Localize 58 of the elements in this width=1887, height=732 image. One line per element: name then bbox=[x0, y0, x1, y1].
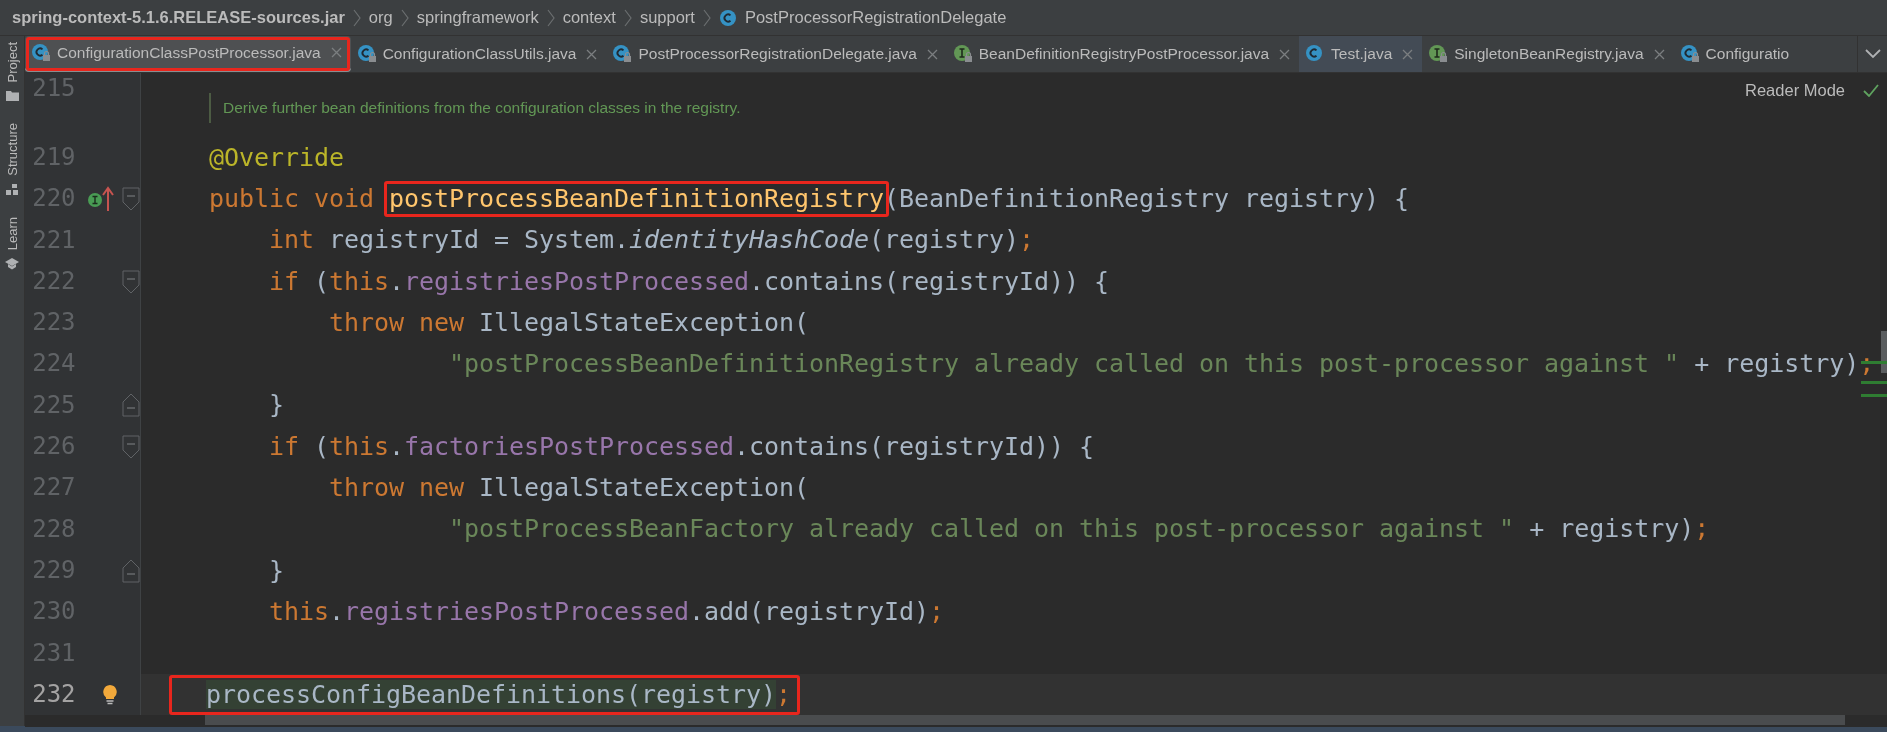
close-icon[interactable] bbox=[1279, 48, 1291, 60]
locked-class-icon bbox=[356, 44, 379, 64]
tool-window-button[interactable]: Learn bbox=[4, 215, 20, 253]
editor-tab[interactable]: ConfigurationClassUtils.java bbox=[350, 36, 607, 72]
chevron-down-icon bbox=[1864, 49, 1881, 59]
locked-class-icon bbox=[1679, 44, 1702, 64]
editor-tab[interactable]: SingletonBeanRegistry.java bbox=[1422, 36, 1674, 72]
editor-tab[interactable]: ConfigurationClassPostProcessor.java bbox=[25, 36, 351, 72]
editor-tab[interactable]: Test.java bbox=[1299, 36, 1423, 72]
structure-icon bbox=[5, 184, 19, 196]
code-line: } bbox=[268, 389, 284, 422]
line-number: 232 bbox=[31, 678, 76, 710]
code-line: public void postProcessBeanDefinitionRegistry(BeanDefinitionRegistry registry) { bbox=[209, 180, 1410, 217]
close-icon[interactable] bbox=[1402, 48, 1414, 60]
breadcrumb-item[interactable]: spring-context-5.1.6.RELEASE-sources.jar bbox=[12, 8, 345, 27]
checkmark-icon bbox=[1863, 84, 1879, 97]
editor-tab[interactable]: BeanDefinitionRegistryPostProcessor.java bbox=[946, 36, 1300, 72]
locked-class-icon bbox=[31, 42, 53, 63]
horizontal-scrollbar[interactable] bbox=[205, 715, 1845, 726]
code-line: if (this.registriesPostProcessed.contains(registryId)) { bbox=[268, 265, 1110, 298]
code-line: "postProcessBeanFactory already called on this post-processor against " + registry); bbox=[448, 513, 1710, 546]
tool-window-button[interactable]: Project bbox=[4, 40, 20, 85]
fold-marker-icon[interactable] bbox=[122, 558, 140, 583]
fold-marker-icon[interactable] bbox=[122, 269, 140, 294]
code-line: this.registriesPostProcessed.add(registryId); bbox=[268, 595, 945, 628]
code-line: throw new IllegalStateException( bbox=[328, 306, 810, 339]
editor-tab[interactable]: Configuratio bbox=[1673, 36, 1799, 72]
close-icon[interactable] bbox=[586, 48, 598, 60]
code-line: } bbox=[268, 554, 284, 587]
folder-icon bbox=[5, 90, 19, 102]
doc-comment: Derive further bean definitions from the configuration classes in the registry. bbox=[223, 99, 741, 117]
chevron-icon bbox=[546, 7, 555, 28]
locked-interface-icon bbox=[952, 44, 975, 64]
breadcrumb-item[interactable]: PostProcessorRegistrationDelegate bbox=[744, 8, 1007, 27]
graduation-cap-icon bbox=[5, 258, 19, 271]
chevron-icon bbox=[352, 7, 361, 28]
chevron-icon bbox=[400, 7, 409, 28]
code-line: @Override bbox=[209, 141, 344, 174]
code-line: throw new IllegalStateException( bbox=[328, 472, 810, 504]
fold-marker-icon[interactable] bbox=[122, 393, 140, 418]
chevron-icon bbox=[623, 7, 632, 28]
breadcrumb-item[interactable]: springframework bbox=[416, 8, 539, 27]
lightbulb-icon[interactable] bbox=[103, 684, 118, 705]
fold-marker-icon[interactable] bbox=[122, 186, 140, 211]
fold-marker-icon[interactable] bbox=[122, 434, 140, 459]
code-line: int registryId = System.identityHashCode(registry); bbox=[268, 224, 1035, 257]
close-icon[interactable] bbox=[1653, 48, 1665, 60]
breadcrumb-item[interactable]: context bbox=[562, 8, 616, 27]
class-icon bbox=[718, 8, 737, 27]
chevron-icon bbox=[702, 7, 711, 28]
breadcrumb-item[interactable]: support bbox=[639, 8, 695, 27]
code-line: if (this.factoriesPostProcessed.contains(registryId)) { bbox=[268, 430, 1095, 463]
editor-tab[interactable]: PostProcessorRegistrationDelegate.java bbox=[606, 36, 947, 72]
close-icon[interactable] bbox=[926, 48, 938, 60]
reader-mode-toggle[interactable]: Reader Mode bbox=[1745, 81, 1845, 100]
breadcrumb-item[interactable]: org bbox=[368, 8, 393, 27]
tool-window-button[interactable]: Structure bbox=[4, 121, 20, 179]
close-icon[interactable] bbox=[330, 47, 342, 58]
